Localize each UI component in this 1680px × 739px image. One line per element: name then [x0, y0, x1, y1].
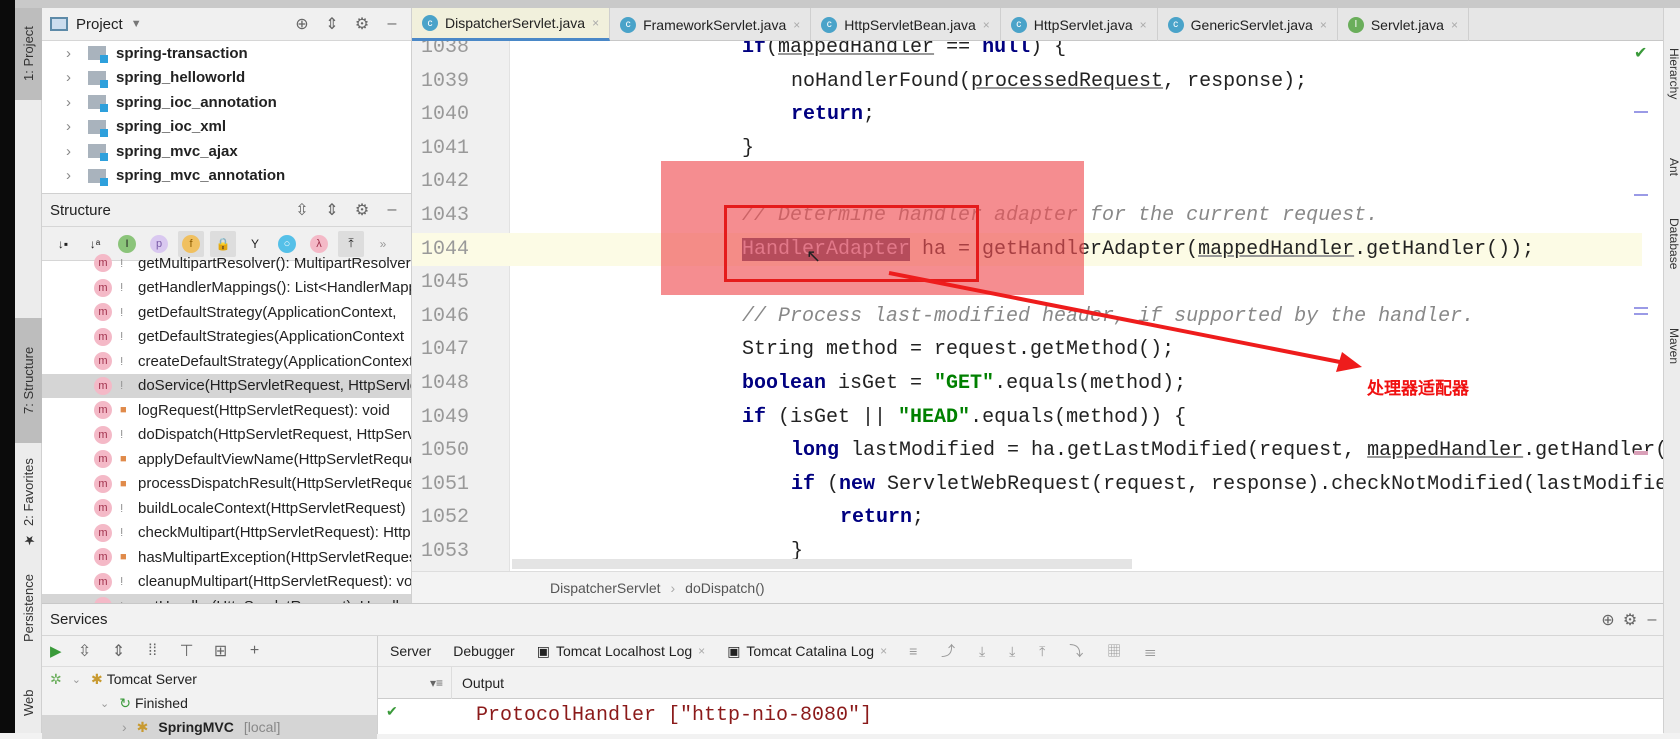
output-label: Output — [462, 674, 505, 691]
collapse-all-icon[interactable]: ⇕ — [108, 641, 130, 661]
locate-icon[interactable]: ⊕ — [1597, 610, 1619, 630]
output-header: ▾≡ Output — [378, 666, 1663, 699]
new-tab-icon[interactable]: ⊞ — [210, 641, 232, 661]
tab-server[interactable]: Server — [390, 643, 431, 659]
tab-catalina-log[interactable]: ▣ Tomcat Catalina Log × — [727, 643, 887, 660]
tool-ant[interactable]: Ant — [1664, 158, 1680, 176]
breadcrumb-method[interactable]: doDispatch() — [685, 580, 764, 596]
breadcrumb-class[interactable]: DispatcherServlet — [550, 580, 661, 596]
tool-database[interactable]: Database — [1664, 218, 1680, 269]
tree-item-app[interactable]: › ✱ SpringMVC [local] — [42, 715, 377, 739]
right-tool-strip: Hierarchy Ant Database Maven — [1663, 8, 1680, 733]
tab-debugger[interactable]: Debugger — [453, 643, 515, 659]
tree-item-status[interactable]: ⌄ ↻ Finished — [42, 691, 377, 715]
services-detail: Server Debugger ▣ Tomcat Localhost Log × ▣… — [378, 636, 1663, 734]
expand-all-icon[interactable]: ⇳ — [74, 641, 96, 661]
filter-icon[interactable]: ⊤ — [176, 641, 198, 661]
sort-icon[interactable]: ▾≡ — [378, 666, 452, 699]
close-icon[interactable]: × — [880, 644, 887, 658]
minimize-icon[interactable]: – — [1641, 611, 1663, 629]
services-tabs: Server Debugger ▣ Tomcat Localhost Log × ▣… — [378, 636, 1663, 667]
status-label: Finished — [134, 695, 188, 711]
log-toolbar-icons[interactable]: ≡ ⤴ ⤓ ⤓ ⤒ ⤵ ▦ ☰ — [909, 641, 1165, 661]
gear-icon[interactable]: ⚙ — [1619, 610, 1641, 630]
breadcrumb: DispatcherServlet › doDispatch() — [412, 571, 1663, 603]
tool-maven[interactable]: Maven — [1664, 328, 1680, 364]
mouse-cursor-icon: ↖ — [806, 246, 822, 266]
refresh-icon: ↻ — [119, 694, 131, 711]
console-icon: ▣ — [727, 642, 741, 659]
console-icon: ▣ — [536, 642, 550, 659]
tab-label: Tomcat Catalina Log — [746, 643, 875, 659]
close-icon[interactable]: × — [698, 644, 705, 658]
server-label: Tomcat Server — [106, 671, 197, 687]
check-icon: ✔ — [386, 703, 398, 719]
chevron-down-icon[interactable]: ⌄ — [72, 673, 81, 686]
group-icon[interactable]: ⁞⁞ — [142, 642, 164, 660]
tab-label: Tomcat Localhost Log — [555, 643, 693, 659]
run-icon[interactable]: ▶ — [50, 642, 62, 660]
services-header: Services ⊕ ⚙ – — [42, 604, 1663, 636]
services-toolbar: ▶ ⇳ ⇕ ⁞⁞ ⊤ ⊞ + — [42, 636, 377, 667]
output-console[interactable]: ✔ ProtocolHandler ["http-nio-8080"] — [378, 699, 1663, 734]
tab-localhost-log[interactable]: ▣ Tomcat Localhost Log × — [537, 643, 705, 660]
add-icon[interactable]: + — [244, 642, 266, 660]
services-panel: Services ⊕ ⚙ – ▶ ⇳ ⇕ ⁞⁞ ⊤ ⊞ + ✲ ⌄ ✱ Tomc… — [42, 603, 1663, 739]
services-tree-panel: ▶ ⇳ ⇕ ⁞⁞ ⊤ ⊞ + ✲ ⌄ ✱ Tomcat Server ⌄ ↻ F… — [42, 636, 378, 739]
output-line: ProtocolHandler ["http-nio-8080"] — [476, 704, 873, 727]
tool-hierarchy[interactable]: Hierarchy — [1664, 48, 1680, 99]
tomcat-icon: ✱ — [90, 670, 103, 687]
tree-item-server[interactable]: ✲ ⌄ ✱ Tomcat Server — [42, 667, 377, 691]
chevron-down-icon[interactable]: ⌄ — [100, 697, 109, 710]
annotation-label: 处理器适配器 — [1367, 379, 1469, 398]
services-title: Services — [50, 611, 108, 628]
breadcrumb-separator: › — [670, 579, 676, 596]
debug-icon[interactable]: ✲ — [50, 671, 62, 688]
